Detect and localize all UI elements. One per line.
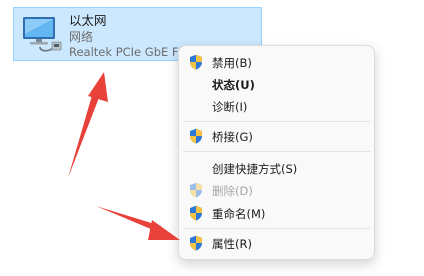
uac-shield-icon [190, 54, 202, 70]
menu-item-delete: 删除(D) [183, 179, 370, 201]
menu-item-create-shortcut[interactable]: 创建快捷方式(S) [183, 157, 370, 179]
network-adapter-icon [23, 17, 62, 52]
uac-shield-icon [190, 128, 202, 144]
adapter-type: 网络 [69, 30, 94, 44]
menu-item-rename[interactable]: 重命名(M) [183, 202, 370, 224]
menu-item-label: 属性(R) [212, 237, 252, 251]
uac-shield-icon [190, 182, 202, 198]
menu-item-status[interactable]: 状态(U) [183, 73, 370, 95]
menu-item-label: 诊断(I) [212, 100, 248, 114]
menu-item-label: 桥接(G) [212, 130, 253, 144]
menu-item-label: 禁用(B) [212, 56, 252, 70]
adapter-name: 以太网 [69, 13, 107, 28]
menu-item-diagnose[interactable]: 诊断(I) [183, 95, 370, 117]
menu-separator [183, 121, 370, 122]
menu-item-bridge[interactable]: 桥接(G) [183, 125, 370, 147]
screen: 以太网 网络 Realtek PCIe GbE Family Controlle… [0, 0, 424, 276]
menu-separator [183, 151, 370, 152]
annotation-arrow-right [96, 206, 180, 240]
menu-item-label: 删除(D) [212, 184, 253, 198]
menu-item-properties[interactable]: 属性(R) [183, 232, 370, 254]
menu-item-label: 重命名(M) [212, 207, 266, 221]
menu-item-label: 创建快捷方式(S) [212, 162, 298, 176]
uac-shield-icon [190, 205, 202, 221]
context-menu: 禁用(B) 状态(U) 诊断(I) 桥接(G) 创建快捷方式(S) 删除(D) … [178, 45, 375, 260]
uac-shield-icon [190, 235, 202, 251]
menu-separator [183, 228, 370, 229]
menu-item-label: 状态(U) [212, 78, 255, 92]
annotation-arrow-up [68, 72, 108, 178]
menu-item-disable[interactable]: 禁用(B) [183, 51, 370, 73]
